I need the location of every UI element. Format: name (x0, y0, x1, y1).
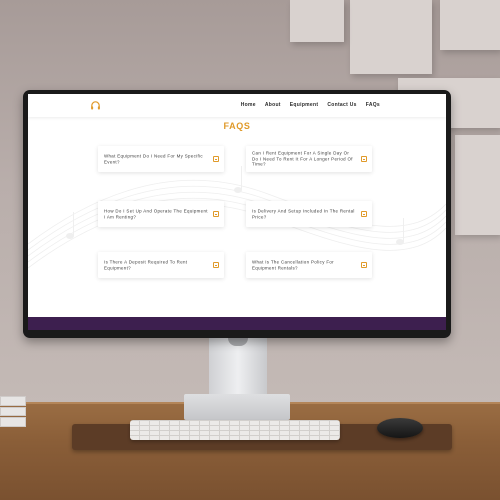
collapse-toggle-icon[interactable] (361, 211, 367, 217)
book-stack (0, 396, 26, 436)
wall-shelf (350, 0, 432, 74)
keyboard (130, 420, 340, 440)
faq-item[interactable]: What Equipment Do I Need For My Specific… (98, 146, 224, 172)
main-nav: Home About Equipment Contact Us FAQs (241, 102, 380, 108)
faq-item[interactable]: Is There A Deposit Required To Rent Equi… (98, 252, 224, 278)
faq-item[interactable]: How Do I Set Up And Operate The Equipmen… (98, 201, 224, 227)
site-header: Home About Equipment Contact Us FAQs (28, 94, 446, 117)
collapse-toggle-icon[interactable] (213, 262, 219, 268)
faq-question: Can I Rent Equipment For A Single Day Or… (252, 150, 353, 167)
faq-item[interactable]: Is Delivery And Setup Included In The Re… (246, 201, 372, 227)
nav-contact-us[interactable]: Contact Us (327, 102, 356, 108)
wall-shelf (290, 0, 344, 42)
nav-about[interactable]: About (265, 102, 281, 108)
collapse-toggle-icon[interactable] (213, 211, 219, 217)
collapse-toggle-icon[interactable] (361, 156, 367, 162)
faq-item[interactable]: Can I Rent Equipment For A Single Day Or… (246, 146, 372, 172)
faq-question: How Do I Set Up And Operate The Equipmen… (104, 208, 208, 219)
wall-shelf (455, 135, 500, 235)
faq-question: Is Delivery And Setup Included In The Re… (252, 208, 355, 219)
website-screen: Home About Equipment Contact Us FAQs FAQ… (28, 94, 446, 330)
mouse (377, 418, 423, 438)
music-staff-decoration (28, 166, 446, 269)
headphones-icon[interactable] (90, 100, 101, 111)
collapse-toggle-icon[interactable] (213, 156, 219, 162)
wall-shelf (440, 0, 500, 50)
monitor-stand-base (184, 394, 290, 420)
page-title: FAQS (223, 121, 251, 131)
site-footer (28, 317, 446, 330)
faq-item[interactable]: What Is The Cancellation Policy For Equi… (246, 252, 372, 278)
nav-equipment[interactable]: Equipment (290, 102, 319, 108)
faq-question: What Equipment Do I Need For My Specific… (104, 153, 203, 164)
faq-question: Is There A Deposit Required To Rent Equi… (104, 259, 188, 270)
collapse-toggle-icon[interactable] (361, 262, 367, 268)
faq-question: What Is The Cancellation Policy For Equi… (252, 259, 334, 270)
nav-faqs[interactable]: FAQs (366, 102, 380, 108)
nav-home[interactable]: Home (241, 102, 256, 108)
